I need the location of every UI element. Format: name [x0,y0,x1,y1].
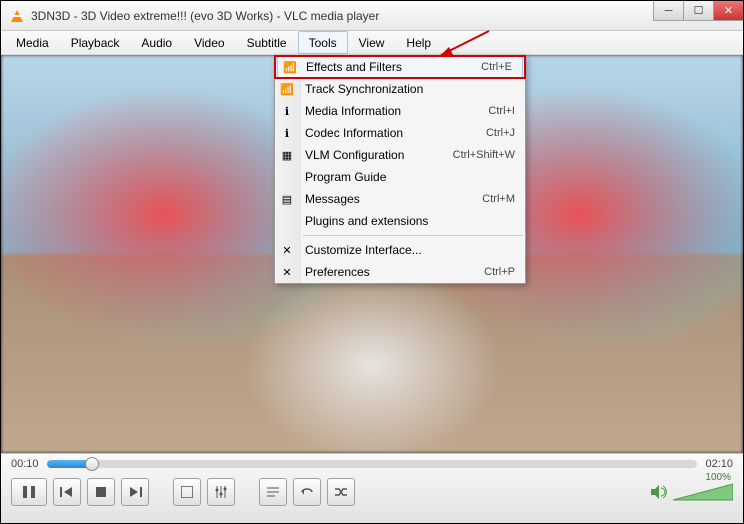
vlm-icon: ▦ [279,147,295,163]
volume-slider[interactable]: 100% [673,482,733,502]
shuffle-icon [334,487,348,497]
current-time: 00:10 [11,458,39,470]
volume-control: 100% [651,482,733,502]
menu-effects-filters[interactable]: 📶 Effects and Filters Ctrl+E [277,56,523,78]
menu-view[interactable]: View [348,31,396,54]
loop-button[interactable] [293,478,321,506]
menu-plugins[interactable]: Plugins and extensions [275,210,525,232]
speaker-icon [651,485,667,499]
menu-media-info[interactable]: ℹ Media Information Ctrl+I [275,100,525,122]
menu-customize-interface[interactable]: ✕ Customize Interface... [275,239,525,261]
menu-media[interactable]: Media [5,31,60,54]
tools-icon: ✕ [279,242,295,258]
fullscreen-button[interactable] [173,478,201,506]
skip-back-icon [60,487,74,497]
loop-icon [300,487,314,497]
seek-slider[interactable] [47,460,698,468]
total-time: 02:10 [705,458,733,470]
menu-playback[interactable]: Playback [60,31,131,54]
window-buttons: ─ ☐ ✕ [653,1,743,21]
menu-separator [303,235,523,236]
extended-settings-button[interactable] [207,478,235,506]
next-button[interactable] [121,478,149,506]
sync-icon: 📶 [279,81,295,97]
menu-video[interactable]: Video [183,31,235,54]
prefs-icon: ✕ [279,264,295,280]
menu-tools[interactable]: Tools [298,31,348,54]
stop-button[interactable] [87,478,115,506]
sliders-icon [215,486,227,498]
controls-bar: 00:10 02:10 [1,453,743,523]
titlebar[interactable]: 3DN3D - 3D Video extreme!!! (evo 3D Work… [1,1,743,31]
menu-codec-info[interactable]: ℹ Codec Information Ctrl+J [275,122,525,144]
seek-thumb[interactable] [85,457,99,471]
close-button[interactable]: ✕ [713,1,743,21]
tools-dropdown: 📶 Effects and Filters Ctrl+E 📶 Track Syn… [274,55,526,284]
vlc-cone-icon [9,8,25,24]
minimize-button[interactable]: ─ [653,1,683,21]
playlist-icon [267,487,279,497]
previous-button[interactable] [53,478,81,506]
messages-icon: ▤ [279,191,295,207]
skip-forward-icon [128,487,142,497]
play-pause-button[interactable] [11,478,47,506]
menu-messages[interactable]: ▤ Messages Ctrl+M [275,188,525,210]
volume-percent: 100% [705,472,731,483]
menu-program-guide[interactable]: Program Guide [275,166,525,188]
pause-icon [22,485,36,499]
info-icon: ℹ [279,125,295,141]
playlist-button[interactable] [259,478,287,506]
menu-help[interactable]: Help [395,31,442,54]
menu-track-sync[interactable]: 📶 Track Synchronization [275,78,525,100]
window-title: 3DN3D - 3D Video extreme!!! (evo 3D Work… [31,9,379,23]
menu-subtitle[interactable]: Subtitle [236,31,298,54]
shuffle-button[interactable] [327,478,355,506]
menu-audio[interactable]: Audio [130,31,183,54]
maximize-button[interactable]: ☐ [683,1,713,21]
app-window: 3DN3D - 3D Video extreme!!! (evo 3D Work… [0,0,744,524]
stop-icon [96,487,106,497]
fullscreen-icon [181,486,193,498]
menu-vlm-config[interactable]: ▦ VLM Configuration Ctrl+Shift+W [275,144,525,166]
menubar: Media Playback Audio Video Subtitle Tool… [1,31,743,55]
menu-preferences[interactable]: ✕ Preferences Ctrl+P [275,261,525,283]
info-icon: ℹ [279,103,295,119]
equalizer-icon: 📶 [282,59,298,75]
